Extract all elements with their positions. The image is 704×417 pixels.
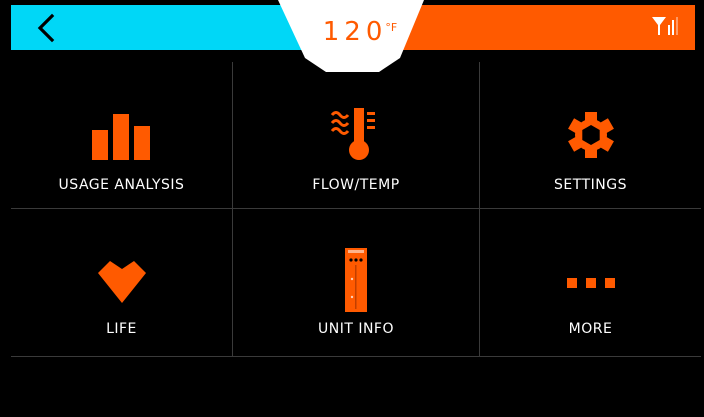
more-dots-icon [566,278,615,288]
flow-temperature-icon [330,108,375,160]
settings-label: SETTINGS [554,177,627,193]
back-button[interactable] [32,12,62,44]
grid-divider [11,356,701,357]
usage-analysis-button[interactable]: USAGE ANALYSIS [11,62,232,208]
temperature-readout: 120°F [300,17,420,47]
usage-analysis-label: USAGE ANALYSIS [58,177,185,193]
more-label: MORE [568,321,613,337]
life-button[interactable]: LIFE [11,209,232,356]
gear-icon [567,112,614,158]
unit-info-button[interactable]: UNIT INFO [233,209,479,356]
unit-device-icon [345,248,367,312]
temperature-value: 120 [322,17,388,47]
chevron-left-icon [37,13,55,43]
bar-chart-icon [91,114,150,160]
more-button[interactable]: MORE [480,209,701,356]
heart-icon [97,261,146,303]
flow-temp-label: FLOW/TEMP [312,177,400,193]
settings-button[interactable]: SETTINGS [480,62,701,208]
temperature-unit: °F [385,21,398,34]
unit-info-label: UNIT INFO [317,321,395,337]
flow-temp-button[interactable]: FLOW/TEMP [233,62,479,208]
signal-icon [652,17,678,35]
screen: 120°F USAGE ANALYSIS FLOW/TEMP SETTINGS … [0,0,704,417]
life-label: LIFE [106,321,137,337]
